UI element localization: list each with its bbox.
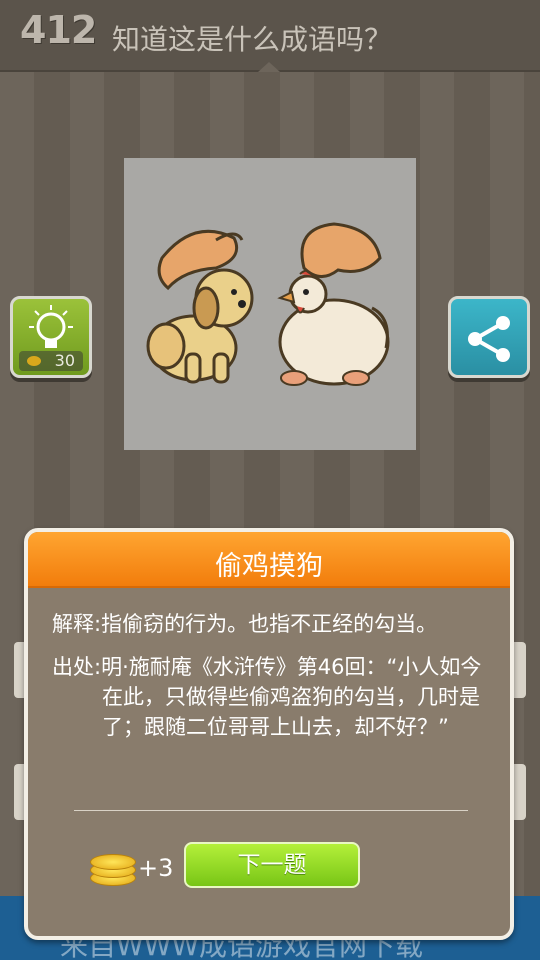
dog-figure <box>146 229 254 384</box>
dialog-title-bar: 偷鸡摸狗 <box>28 532 510 588</box>
share-button[interactable] <box>448 296 530 378</box>
coin-stack-icon <box>90 850 136 886</box>
top-bar: 412 知道这是什么成语吗？ <box>0 0 540 72</box>
answer-dialog: 偷鸡摸狗 解释:指偷窃的行为。也指不正经的勾当。 出处:明·施耐庵《水浒传》第4… <box>24 528 514 940</box>
hint-cost-badge: 30 <box>19 351 83 371</box>
question-text: 知道这是什么成语吗？ <box>112 23 393 56</box>
chicken-figure <box>277 222 390 386</box>
hint-cost: 30 <box>54 351 75 370</box>
hint-button[interactable]: 30 <box>10 296 92 378</box>
source-text: 出处:明·施耐庵《水浒传》第46回：“小人如今在此，只做得些偷鸡盗狗的勾当，几时… <box>52 655 482 739</box>
reward-amount: +3 <box>138 854 174 882</box>
meaning-text: 解释:指偷窃的行为。也指不正经的勾当。 <box>52 612 438 636</box>
idiom-answer: 偷鸡摸狗 <box>215 551 323 582</box>
next-question-button[interactable]: 下一题 <box>184 842 360 888</box>
puzzle-image <box>124 158 416 450</box>
level-number: 412 <box>20 8 97 52</box>
header-notch <box>258 62 280 72</box>
coin-icon <box>27 356 41 366</box>
divider <box>74 810 468 811</box>
share-icon <box>468 316 510 362</box>
